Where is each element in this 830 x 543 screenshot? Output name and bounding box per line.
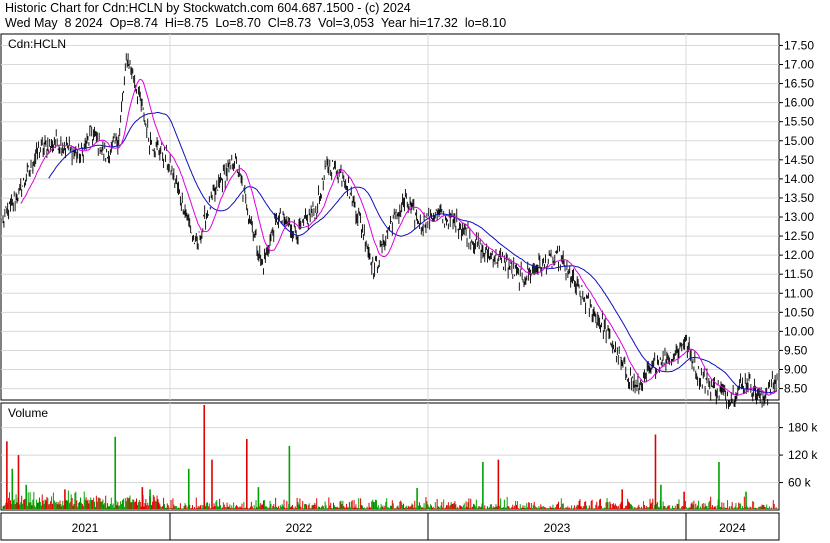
price-tick-label: 16.00 <box>784 96 814 110</box>
price-tick-label: 9.00 <box>784 363 808 377</box>
price-tick-label: 17.00 <box>784 58 814 72</box>
stock-chart: 17.50 17.00 16.50 16.00 15.50 15.00 14.50 14.00… <box>0 33 818 541</box>
year-label: 2024 <box>719 521 746 535</box>
volume-tick-label: 180 k <box>788 421 818 435</box>
price-tick-label: 10.50 <box>784 305 814 319</box>
year-label: 2021 <box>72 521 99 535</box>
price-tick-label: 8.50 <box>784 382 808 396</box>
volume-panel-label: Volume <box>8 406 48 420</box>
price-tick-label: 15.00 <box>784 134 814 148</box>
price-tick-label: 16.50 <box>784 77 814 91</box>
price-tick-label: 9.50 <box>784 343 808 357</box>
price-tick-label: 11.00 <box>784 286 813 300</box>
price-tick-label: 14.00 <box>784 172 814 186</box>
price-tick-label: 12.50 <box>784 229 814 243</box>
price-panel-label: Cdn:HCLN <box>8 37 66 51</box>
price-tick-label: 14.50 <box>784 153 814 167</box>
volume-tick-label: 120 k <box>788 448 818 462</box>
price-tick-label: 12.00 <box>784 248 814 262</box>
price-tick-label: 17.50 <box>784 38 814 52</box>
price-tick-label: 13.00 <box>784 210 814 224</box>
year-label: 2022 <box>286 521 313 535</box>
price-tick-label: 10.00 <box>784 324 814 338</box>
date-axis-frame <box>0 512 780 541</box>
year-label: 2023 <box>544 521 571 535</box>
volume-panel-frame <box>0 402 780 511</box>
volume-tick-label: 60 k <box>788 476 812 490</box>
price-tick-label: 11.50 <box>784 267 813 281</box>
price-tick-label: 13.50 <box>784 191 814 205</box>
price-tick-label: 15.50 <box>784 115 814 129</box>
